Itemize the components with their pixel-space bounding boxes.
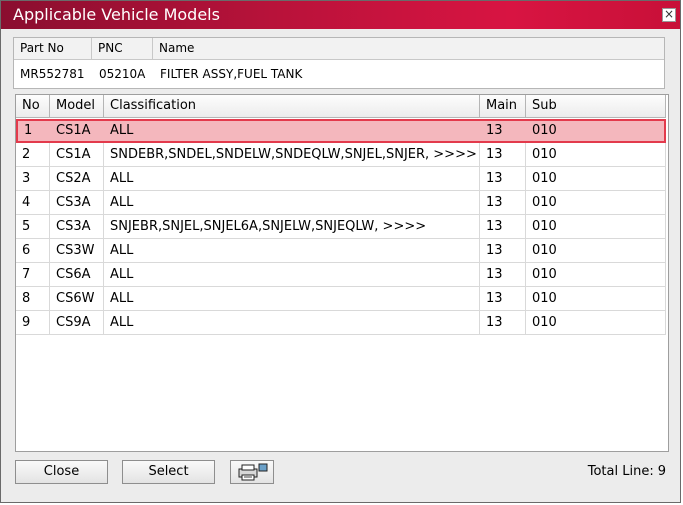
table-row[interactable]: 7 CS6A ALL 13 010 bbox=[16, 263, 666, 287]
window-title: Applicable Vehicle Models bbox=[13, 5, 220, 24]
table-row[interactable]: 3 CS2A ALL 13 010 bbox=[16, 167, 666, 191]
cell-sub: 010 bbox=[526, 263, 666, 286]
cell-model: CS3W bbox=[50, 239, 104, 262]
table-row[interactable]: 9 CS9A ALL 13 010 bbox=[16, 311, 666, 335]
cell-model: CS6W bbox=[50, 287, 104, 310]
cell-no: 3 bbox=[16, 167, 50, 190]
cell-no: 6 bbox=[16, 239, 50, 262]
cell-model: CS3A bbox=[50, 215, 104, 238]
dialog-window: Applicable Vehicle Models × Part No PNC … bbox=[0, 0, 681, 503]
column-header-main[interactable]: Main bbox=[480, 95, 526, 117]
column-header-classification[interactable]: Classification bbox=[104, 95, 480, 117]
total-line-label: Total Line: bbox=[587, 464, 654, 479]
select-button[interactable]: Select bbox=[122, 460, 215, 484]
cell-sub: 010 bbox=[526, 311, 666, 334]
cell-no: 2 bbox=[16, 143, 50, 166]
cell-classification: SNDEBR,SNDEL,SNDELW,SNDEQLW,SNJEL,SNJER,… bbox=[104, 143, 480, 166]
table-row[interactable]: 5 CS3A SNJEBR,SNJEL,SNJEL6A,SNJELW,SNJEQ… bbox=[16, 215, 666, 239]
cell-classification: ALL bbox=[104, 167, 480, 190]
cell-model: CS9A bbox=[50, 311, 104, 334]
column-header-no[interactable]: No bbox=[16, 95, 50, 117]
cell-classification: ALL bbox=[104, 263, 480, 286]
total-line-value: 9 bbox=[657, 464, 666, 479]
cell-model: CS1A bbox=[50, 143, 104, 166]
cell-classification: ALL bbox=[104, 311, 480, 334]
part-no-value: MR552781 bbox=[20, 67, 85, 81]
part-info-header: Part No PNC Name bbox=[14, 38, 664, 60]
table-row[interactable]: 8 CS6W ALL 13 010 bbox=[16, 287, 666, 311]
cell-no: 9 bbox=[16, 311, 50, 334]
cell-sub: 010 bbox=[526, 167, 666, 190]
table-row[interactable]: 6 CS3W ALL 13 010 bbox=[16, 239, 666, 263]
cell-no: 7 bbox=[16, 263, 50, 286]
cell-classification: ALL bbox=[110, 123, 134, 138]
part-no-header: Part No bbox=[14, 38, 92, 59]
cell-no: 1 bbox=[24, 123, 33, 138]
print-button[interactable] bbox=[230, 460, 274, 484]
cell-main: 13 bbox=[480, 167, 526, 190]
cell-model: CS6A bbox=[50, 263, 104, 286]
cell-classification: ALL bbox=[104, 191, 480, 214]
title-bar[interactable]: Applicable Vehicle Models × bbox=[1, 1, 680, 29]
cell-main: 13 bbox=[480, 239, 526, 262]
cell-classification: SNJEBR,SNJEL,SNJEL6A,SNJELW,SNJEQLW, >>>… bbox=[104, 215, 480, 238]
cell-main: 13 bbox=[480, 287, 526, 310]
cell-main: 13 bbox=[480, 191, 526, 214]
column-header-model[interactable]: Model bbox=[50, 95, 104, 117]
pnc-header: PNC bbox=[92, 38, 153, 59]
cell-sub: 010 bbox=[526, 239, 666, 262]
grid-header: No Model Classification Main Sub bbox=[16, 95, 666, 118]
cell-main: 13 bbox=[480, 311, 526, 334]
cell-main: 13 bbox=[480, 263, 526, 286]
cell-model: CS1A bbox=[56, 123, 91, 138]
cell-sub: 010 bbox=[526, 143, 666, 166]
name-header: Name bbox=[159, 41, 195, 55]
cell-sub: 010 bbox=[526, 287, 666, 310]
part-info-panel: Part No PNC Name MR552781 05210A FILTER … bbox=[13, 37, 665, 89]
table-row[interactable]: 4 CS3A ALL 13 010 bbox=[16, 191, 666, 215]
close-button[interactable]: Close bbox=[15, 460, 108, 484]
cell-classification: ALL bbox=[104, 239, 480, 262]
cell-main: 13 bbox=[480, 143, 526, 166]
cell-no: 4 bbox=[16, 191, 50, 214]
cell-model: CS3A bbox=[50, 191, 104, 214]
cell-no: 5 bbox=[16, 215, 50, 238]
table-row[interactable]: 2 CS1A SNDEBR,SNDEL,SNDELW,SNDEQLW,SNJEL… bbox=[16, 143, 666, 167]
pnc-value: 05210A bbox=[99, 67, 146, 81]
window-close-button[interactable]: × bbox=[662, 8, 676, 22]
cell-classification: ALL bbox=[104, 287, 480, 310]
table-row[interactable]: 1 CS1A ALL 13 010 bbox=[16, 119, 666, 143]
cell-main: 13 bbox=[480, 215, 526, 238]
column-header-sub[interactable]: Sub bbox=[526, 95, 666, 117]
printer-icon bbox=[238, 463, 268, 481]
part-name-value: FILTER ASSY,FUEL TANK bbox=[160, 67, 303, 81]
vehicle-models-grid[interactable]: No Model Classification Main Sub 1 CS1A … bbox=[15, 94, 669, 452]
cell-sub: 010 bbox=[526, 191, 666, 214]
cell-sub: 010 bbox=[532, 123, 557, 138]
cell-no: 8 bbox=[16, 287, 50, 310]
cell-sub: 010 bbox=[526, 215, 666, 238]
close-icon: × bbox=[663, 7, 675, 21]
total-line-indicator: Total Line: 9 bbox=[588, 464, 666, 479]
cell-main: 13 bbox=[486, 123, 503, 138]
cell-model: CS2A bbox=[50, 167, 104, 190]
